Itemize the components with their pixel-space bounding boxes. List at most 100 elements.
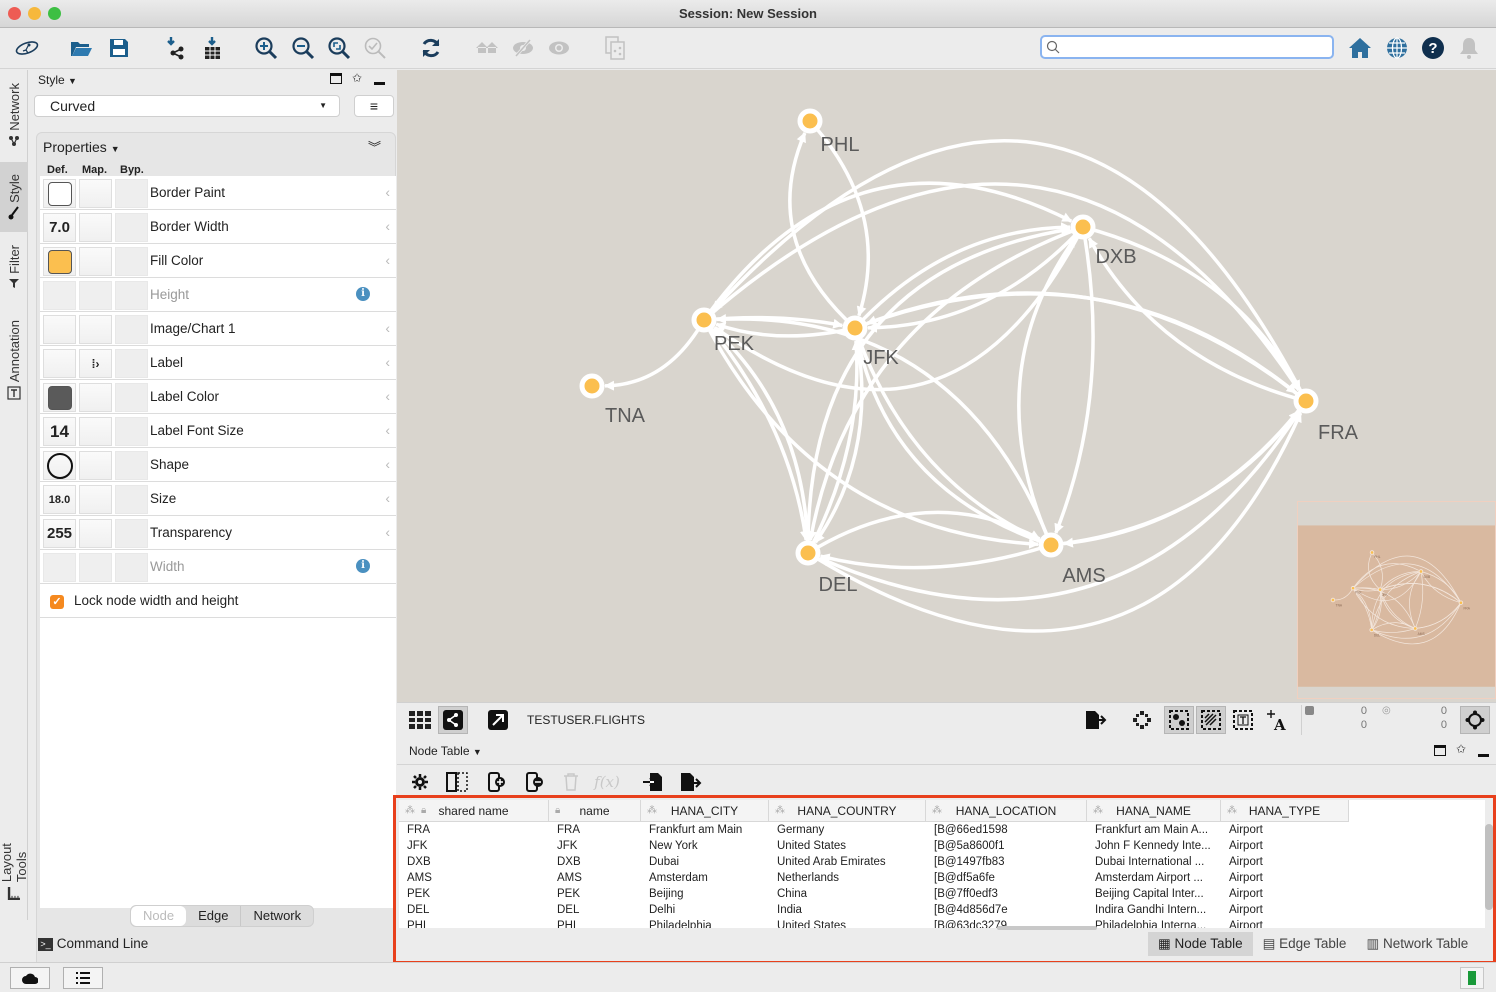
table-cell[interactable]: Beijing Capital Inter... <box>1095 888 1204 900</box>
import-network-icon[interactable] <box>160 34 190 62</box>
chevron-left-icon[interactable]: ‹ <box>385 456 390 472</box>
edge-ams-fra[interactable] <box>1050 410 1300 547</box>
table-cell[interactable]: Airport <box>1229 888 1263 900</box>
table-row[interactable]: PEK PEK Beijing China [B@7ff0edf3 Beijing Cap… <box>399 888 1349 904</box>
edge-fra-pek[interactable] <box>711 139 1308 402</box>
property-row[interactable]: 255 Transparency ‹ <box>40 516 396 550</box>
table-cell[interactable]: DXB <box>557 856 581 868</box>
zoom-fit-icon[interactable] <box>324 34 354 62</box>
table-cell[interactable]: Philadelphia <box>649 920 712 928</box>
bypass-cell[interactable] <box>115 281 148 310</box>
table-row[interactable]: DEL DEL Delhi India [B@4d856d7e Indira Gandhi… <box>399 904 1349 920</box>
notification-bell-icon[interactable] <box>1454 34 1484 62</box>
node-circle[interactable] <box>797 108 823 134</box>
import-table-icon[interactable] <box>197 34 227 62</box>
table-cell[interactable]: Dubai <box>649 856 679 868</box>
edge-del-dxb[interactable] <box>806 225 1072 554</box>
search-input[interactable] <box>1062 39 1327 55</box>
table-cell[interactable]: JFK <box>557 840 577 852</box>
cytoscape-logo-icon[interactable] <box>12 34 42 62</box>
mapping-cell[interactable] <box>79 281 112 310</box>
table-cell[interactable]: JFK <box>407 840 427 852</box>
select-annotations-icon[interactable] <box>1228 706 1258 734</box>
default-value-cell[interactable] <box>43 349 76 378</box>
table-row[interactable]: DXB DXB Dubai United Arab Emirates [B@1497fb… <box>399 856 1349 872</box>
table-cell[interactable]: FRA <box>557 824 580 836</box>
default-value-cell[interactable]: 14 <box>43 417 76 446</box>
import-table-file-icon[interactable] <box>639 770 667 794</box>
bypass-cell[interactable] <box>115 179 148 208</box>
globe-icon[interactable] <box>1382 34 1412 62</box>
node-circle[interactable] <box>795 540 821 566</box>
default-value-cell[interactable] <box>43 179 76 208</box>
property-row[interactable]: 18.0 Size ‹ <box>40 482 396 516</box>
table-cell[interactable]: Indira Gandhi Intern... <box>1095 904 1206 916</box>
grid-view-icon[interactable] <box>405 706 435 734</box>
bypass-cell[interactable] <box>115 213 148 242</box>
default-value-cell[interactable]: 18.0 <box>43 485 76 514</box>
table-type-dropdown[interactable]: Node Table ▼ <box>409 744 482 758</box>
lock-size-checkbox[interactable]: ✓ <box>50 595 64 609</box>
move-label-icon[interactable]: A <box>1261 706 1291 734</box>
style-panel-header[interactable]: Style ▼ <box>38 73 77 87</box>
select-edges-icon[interactable] <box>1196 706 1226 734</box>
delete-rows-icon[interactable] <box>557 770 585 794</box>
node-circle[interactable] <box>579 373 605 399</box>
table-cell[interactable]: Airport <box>1229 904 1263 916</box>
new-network-icon[interactable] <box>600 34 630 62</box>
column-header[interactable]: ⁂ 🔒︎ shared name <box>399 800 549 822</box>
table-cell[interactable]: Netherlands <box>777 872 839 884</box>
tab-filter[interactable]: Filter <box>0 235 28 299</box>
refresh-icon[interactable] <box>416 34 446 62</box>
close-window-button[interactable] <box>8 7 21 20</box>
home-group-icon[interactable] <box>472 34 502 62</box>
table-cell[interactable]: New York <box>649 840 698 852</box>
table-cell[interactable]: Delhi <box>649 904 675 916</box>
edge-del-fra[interactable] <box>807 411 1303 633</box>
column-header[interactable]: 🔒︎ name <box>549 800 641 822</box>
default-value-cell[interactable] <box>43 383 76 412</box>
property-row[interactable]: Height i <box>40 278 396 312</box>
table-cell[interactable]: Germany <box>777 824 824 836</box>
table-cell[interactable]: PEK <box>557 888 580 900</box>
table-cell[interactable]: DXB <box>407 856 431 868</box>
edge-jfk-fra[interactable] <box>854 292 1297 395</box>
property-row[interactable]: Width i <box>40 550 396 584</box>
tab-node-table[interactable]: ▦ Node Table <box>1148 932 1253 956</box>
command-line-toggle[interactable]: >_ Command Line <box>38 936 148 951</box>
collapse-all-icon[interactable]: ︾ <box>368 137 381 156</box>
bypass-cell[interactable] <box>115 247 148 276</box>
default-value-cell[interactable] <box>43 247 76 276</box>
mapping-cell[interactable] <box>79 383 112 412</box>
minimize-window-button[interactable] <box>28 7 41 20</box>
mapping-cell[interactable]: ⁞› <box>79 349 112 378</box>
table-row[interactable]: PHL PHL Philadelphia United States [B@63dc32… <box>399 920 1349 928</box>
table-cell[interactable]: Airport <box>1229 824 1263 836</box>
info-icon[interactable]: i <box>356 559 370 573</box>
edge-jfk-phl[interactable] <box>788 132 857 330</box>
export-image-icon[interactable] <box>1081 706 1111 734</box>
tab-edge-table[interactable]: ▤ Edge Table <box>1253 932 1357 956</box>
property-row[interactable]: ⁞› Label ‹ <box>40 346 396 380</box>
node-circle[interactable] <box>691 307 717 333</box>
table-cell[interactable]: John F Kennedy Inte... <box>1095 840 1211 852</box>
tab-style[interactable]: Style <box>0 162 28 232</box>
table-cell[interactable]: AMS <box>557 872 582 884</box>
column-header[interactable]: ⁂ HANA_NAME <box>1087 800 1221 822</box>
tab-annotation[interactable]: Annotation <box>0 310 28 410</box>
table-cell[interactable]: Airport <box>1229 840 1263 852</box>
zoom-out-icon[interactable] <box>288 34 318 62</box>
segment-network[interactable]: Network <box>240 906 313 926</box>
bypass-cell[interactable] <box>115 553 148 582</box>
table-cell[interactable]: DEL <box>557 904 579 916</box>
edge-pek-tna[interactable] <box>603 319 706 391</box>
default-value-cell[interactable] <box>43 281 76 310</box>
table-row[interactable]: JFK JFK New York United States [B@5a8600f1 Jo… <box>399 840 1349 856</box>
home-icon[interactable] <box>1345 34 1375 62</box>
node-circle[interactable] <box>1070 214 1096 240</box>
mapping-cell[interactable] <box>79 247 112 276</box>
cloud-icon[interactable] <box>10 967 50 989</box>
node-circle[interactable] <box>1293 388 1319 414</box>
default-value-cell[interactable] <box>43 451 76 480</box>
table-cell[interactable]: Amsterdam Airport ... <box>1095 872 1203 884</box>
